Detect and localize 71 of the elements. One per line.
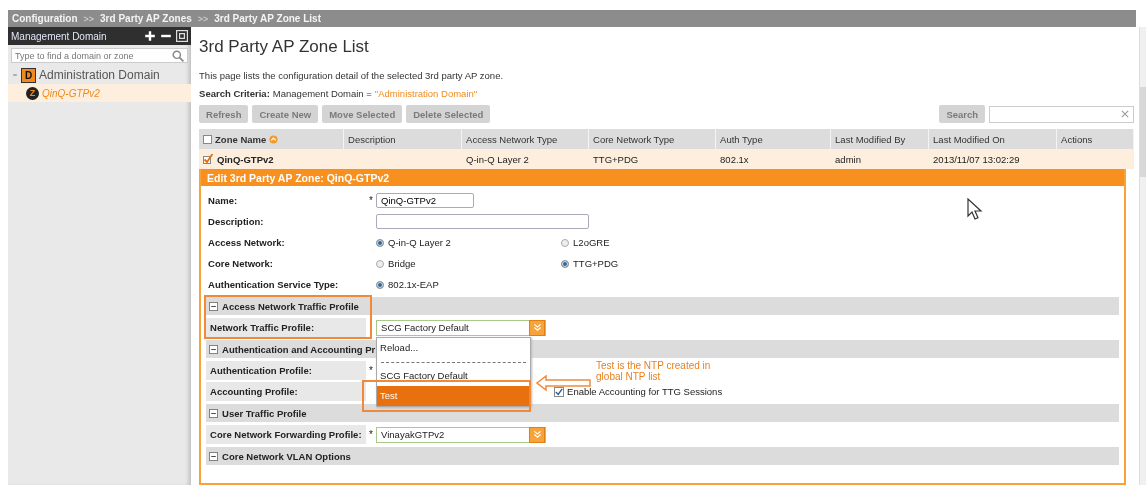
- tree-item[interactable]: Z QinQ-GTPv2: [8, 84, 192, 102]
- criteria-label: Search Criteria:: [199, 88, 270, 99]
- option-label: 802.1x-EAP: [388, 279, 439, 290]
- collapse-icon: [209, 408, 219, 418]
- dropdown-field[interactable]: VinayakGTPv2: [376, 426, 547, 443]
- required-mark: *: [368, 195, 374, 206]
- radio-button[interactable]: [376, 259, 385, 268]
- dropdown-option[interactable]: SCG Factory Default: [377, 365, 531, 386]
- panel-title: Edit 3rd Party AP Zone: QinQ-GTPv2: [201, 169, 1125, 186]
- table-cell: 802.1x: [720, 153, 749, 165]
- criteria-text: Management Domain =: [272, 88, 372, 99]
- section-header[interactable]: Access Network Traffic Profile: [206, 297, 1120, 315]
- text-field[interactable]: [376, 214, 590, 229]
- search-field[interactable]: Type to find a domain or zone: [11, 48, 189, 63]
- tree-item[interactable]: D Administration Domain: [8, 66, 192, 84]
- column-label: Zone Name: [215, 133, 267, 145]
- required-mark: *: [368, 429, 374, 440]
- checkbox-label: Enable Accounting for TTG Sessions: [567, 386, 723, 397]
- option-label: Q-in-Q Layer 2: [388, 237, 451, 248]
- table-cell: admin: [835, 153, 861, 165]
- search-icon: [172, 49, 185, 62]
- checkbox[interactable]: [203, 134, 213, 144]
- field-label: Core Network Forwarding Profile:: [206, 425, 367, 444]
- field-label: Network Traffic Profile:: [206, 318, 367, 337]
- criteria-value: "Administration Domain": [374, 88, 478, 99]
- zone-badge: Z: [26, 86, 39, 100]
- sidebar-title: Management Domain: [11, 30, 108, 42]
- option-label: Bridge: [388, 258, 416, 269]
- expand-icon[interactable]: [176, 30, 189, 42]
- table-cell: QinQ-GTPv2: [217, 153, 274, 165]
- radio-button[interactable]: [376, 280, 385, 289]
- field-label: Authentication Service Type:: [207, 279, 340, 290]
- scrollbar[interactable]: [1139, 27, 1146, 485]
- check-icon: [555, 387, 564, 396]
- section-header[interactable]: Core Network VLAN Options: [206, 447, 1120, 465]
- scroll-thumb[interactable]: [1140, 87, 1146, 177]
- mouse-pointer-icon: [966, 198, 985, 222]
- collapse-icon: [209, 301, 219, 311]
- clear-icon: [1121, 110, 1130, 118]
- sort-icon: [269, 134, 279, 144]
- table-row[interactable]: QinQ-GTPv2 Q-in-Q Layer 2 TTG+PDG 802.1x admin 2013/11/07 13:02:29: [199, 149, 1135, 169]
- search-field[interactable]: [989, 105, 1135, 123]
- option-label: TTG+PDG: [573, 258, 619, 269]
- collapse-icon: [209, 344, 219, 354]
- checkbox[interactable]: [203, 154, 214, 164]
- field-label: Name:: [207, 195, 239, 206]
- required-mark: *: [368, 365, 374, 376]
- caret-icon: [532, 323, 542, 332]
- option-label: L2oGRE: [573, 237, 610, 248]
- page-description: This page lists the configuration detail of the selected 3rd party AP zone.: [199, 70, 505, 81]
- table-cell: TTG+PDG: [593, 153, 639, 165]
- dropdown-field[interactable]: SCG Factory Default: [376, 319, 547, 336]
- field-label: Access Network:: [207, 237, 286, 248]
- breadcrumb-separator: >>: [197, 13, 209, 24]
- section-header[interactable]: User Traffic Profile: [206, 404, 1120, 422]
- annotation-note: Test is the NTP created in global NTP list: [596, 360, 712, 382]
- field-label: Accounting Profile:: [206, 382, 367, 401]
- caret-icon: [532, 430, 542, 439]
- radio-button[interactable]: [561, 238, 570, 247]
- collapse-icon: [209, 451, 219, 461]
- field-label: Authentication Profile:: [206, 361, 367, 380]
- add-icon[interactable]: [144, 30, 157, 42]
- table-cell: 2013/11/07 13:02:29: [933, 153, 1020, 165]
- field-label: Description:: [207, 216, 265, 227]
- text-field[interactable]: QinQ-GTPv2: [376, 193, 475, 208]
- breadcrumb-separator: >>: [83, 13, 95, 24]
- page-title: 3rd Party AP Zone List: [199, 37, 370, 57]
- domain-badge: D: [21, 67, 36, 83]
- dropdown-option[interactable]: Reload...: [377, 337, 531, 358]
- table-cell: Q-in-Q Layer 2: [466, 153, 529, 165]
- field-label: Core Network:: [207, 258, 274, 269]
